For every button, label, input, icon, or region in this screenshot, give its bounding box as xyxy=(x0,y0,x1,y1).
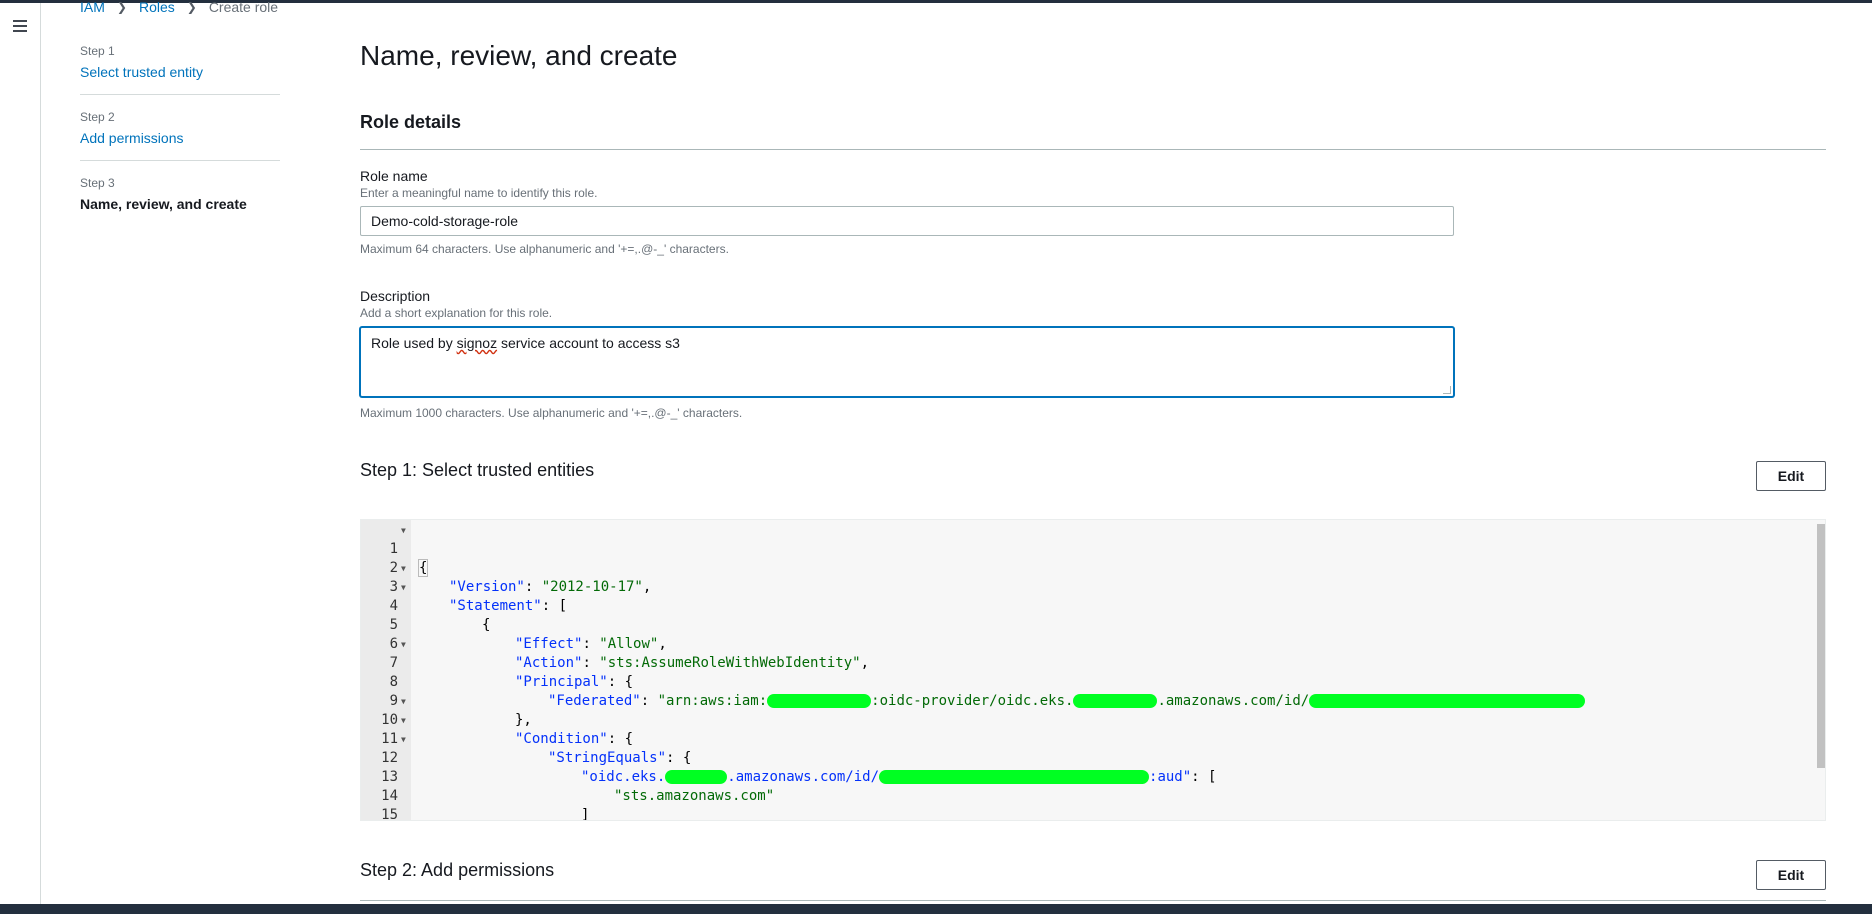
step2-edit-button[interactable]: Edit xyxy=(1756,860,1826,890)
breadcrumb-iam[interactable]: IAM xyxy=(80,0,105,15)
code-line: 11 ▼ "StringEquals": { xyxy=(361,711,1801,766)
step-link-select-trusted-entity[interactable]: Select trusted entity xyxy=(80,64,280,80)
code-line: 7 ▼ "Principal": { xyxy=(361,635,1801,690)
description-constraint: Maximum 1000 characters. Use alphanumeri… xyxy=(360,406,743,420)
code-line: 9 }, xyxy=(361,673,1801,728)
hamburger-menu-icon[interactable] xyxy=(9,15,31,37)
breadcrumb: IAM ❯ Roles ❯ Create role xyxy=(80,0,278,15)
side-navigation-rail xyxy=(0,3,41,904)
breadcrumb-current: Create role xyxy=(208,0,279,15)
code-line: 6 "Action": "sts:AssumeRoleWithWebIdenti… xyxy=(361,616,1801,671)
role-name-label: Role name xyxy=(360,168,428,184)
code-line: 15 } xyxy=(361,787,1801,820)
fold-arrow-icon[interactable]: ▼ xyxy=(401,578,406,597)
fold-arrow-icon[interactable]: ▼ xyxy=(401,635,406,654)
role-details-title: Role details xyxy=(360,112,462,132)
chevron-right-icon: ❯ xyxy=(116,0,127,14)
trust-policy-editor[interactable]: 1 ▼ { 2 "Version": "2012-10-17", 3 ▼ "Stat… xyxy=(360,519,1826,821)
wizard-steps: Step 1 Select trusted entity Step 2 Add … xyxy=(80,44,280,241)
step-current-name-review-create: Name, review, and create xyxy=(80,196,247,212)
wizard-step-1: Step 1 Select trusted entity xyxy=(80,44,280,95)
role-name-input[interactable]: Demo-cold-storage-role xyxy=(360,206,1454,236)
description-text-post: service account to access s3 xyxy=(497,335,680,351)
description-hint: Add a short explanation for this role. xyxy=(360,306,553,320)
section-divider xyxy=(360,149,1826,150)
section-divider xyxy=(360,900,1826,901)
description-label: Description xyxy=(360,288,431,304)
step2-heading: Step 2: Add permissions xyxy=(360,860,555,880)
role-name-constraint: Maximum 64 characters. Use alphanumeric … xyxy=(360,242,729,256)
code-line: 8 "Federated": "arn:aws:iam::oidc-provid… xyxy=(361,654,1801,709)
fold-arrow-icon[interactable]: ▼ xyxy=(401,521,406,540)
code-line: 3 ▼ "Statement": [ xyxy=(361,559,1801,614)
description-text-pre: Role used by xyxy=(371,335,457,351)
step-link-add-permissions[interactable]: Add permissions xyxy=(80,130,280,146)
top-border xyxy=(0,0,1872,3)
code-line: 4 ▼ { xyxy=(361,578,1801,633)
step1-heading: Step 1: Select trusted entities xyxy=(360,460,595,480)
code-line: 12 ▼ "oidc.eks. .amazonaws.com/id/:aud": [ xyxy=(361,730,1801,785)
role-name-value: Demo-cold-storage-role xyxy=(371,213,519,229)
editor-scrollbar[interactable] xyxy=(1817,524,1825,768)
code-line: 5 "Effect": "Allow", xyxy=(361,597,1801,652)
fold-arrow-icon[interactable]: ▼ xyxy=(401,711,406,730)
code-line: 13 "sts.amazonaws.com" xyxy=(361,749,1801,804)
code-line: 14 ] xyxy=(361,768,1801,820)
step-number: Step 1 xyxy=(80,44,115,58)
description-text-misspelled: signoz xyxy=(456,335,498,351)
breadcrumb-roles[interactable]: Roles xyxy=(139,0,175,15)
step-number: Step 2 xyxy=(80,110,115,124)
fold-arrow-icon[interactable]: ▼ xyxy=(401,559,406,578)
step1-edit-button[interactable]: Edit xyxy=(1756,461,1826,491)
code-line: 10 ▼ "Condition": { xyxy=(361,692,1801,747)
bottom-bar xyxy=(0,904,1872,914)
code-line: 2 "Version": "2012-10-17", xyxy=(361,540,1801,595)
chevron-right-icon: ❯ xyxy=(186,0,197,14)
description-textarea[interactable]: Role used by signoz service account to a… xyxy=(360,327,1454,397)
role-name-hint: Enter a meaningful name to identify this… xyxy=(360,186,598,200)
code-line: 1 ▼ { xyxy=(361,521,1801,577)
resize-handle-icon[interactable] xyxy=(1443,386,1451,394)
step-number: Step 3 xyxy=(80,176,115,190)
wizard-step-3: Step 3 Name, review, and create xyxy=(80,176,280,226)
code-line: 16 } xyxy=(361,806,1801,820)
page-title: Name, review, and create xyxy=(360,40,678,71)
wizard-step-2: Step 2 Add permissions xyxy=(80,110,280,161)
fold-arrow-icon[interactable]: ▼ xyxy=(401,692,406,711)
fold-arrow-icon[interactable]: ▼ xyxy=(401,730,406,749)
